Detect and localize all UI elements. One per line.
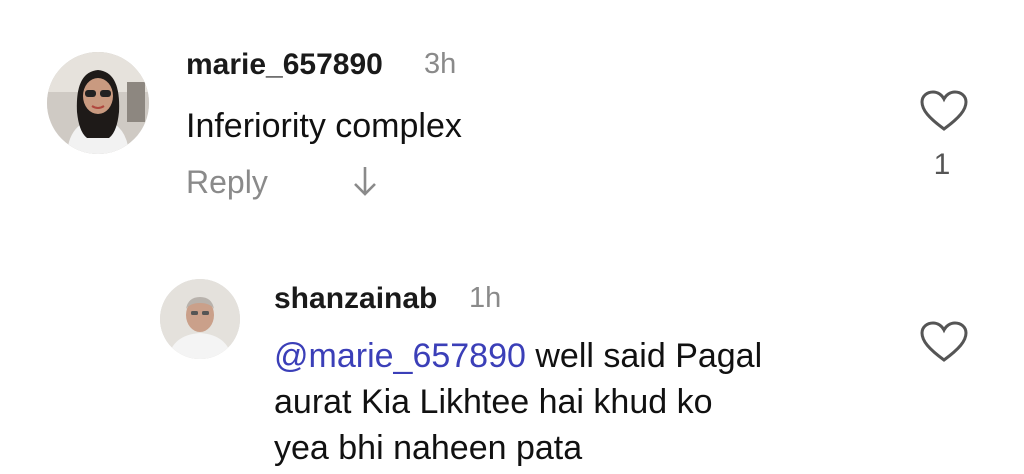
mention-link[interactable]: @marie_657890 — [274, 337, 526, 375]
like-count: 1 — [933, 148, 951, 181]
timestamp: 3h — [424, 48, 457, 80]
timestamp: 1h — [469, 282, 502, 314]
heart-icon[interactable] — [919, 320, 969, 364]
username[interactable]: marie_657890 — [186, 48, 383, 82]
comment-text-line: well said Pagal — [525, 337, 763, 375]
reply-button[interactable]: Reply — [186, 164, 268, 201]
comment-text: Inferiority complex — [186, 107, 462, 145]
comment-text-line: yea bhi naheen pata — [274, 429, 583, 467]
avatar[interactable] — [160, 279, 240, 359]
username[interactable]: shanzainab — [274, 282, 437, 316]
comment-text: @marie_657890 well said Pagal aurat Kia … — [274, 333, 894, 471]
heart-icon[interactable] — [919, 89, 969, 133]
comment-text-line: aurat Kia Likhtee hai khud ko — [274, 383, 713, 421]
arrow-down-icon[interactable] — [350, 163, 380, 199]
comment-marie: marie_657890 3h Inferiority complex Repl… — [0, 0, 1024, 230]
avatar[interactable] — [47, 52, 149, 154]
comments-thread: marie_657890 3h Inferiority complex Repl… — [0, 0, 1024, 474]
comment-shanzainab: shanzainab 1h @marie_657890 well said Pa… — [0, 230, 1024, 474]
